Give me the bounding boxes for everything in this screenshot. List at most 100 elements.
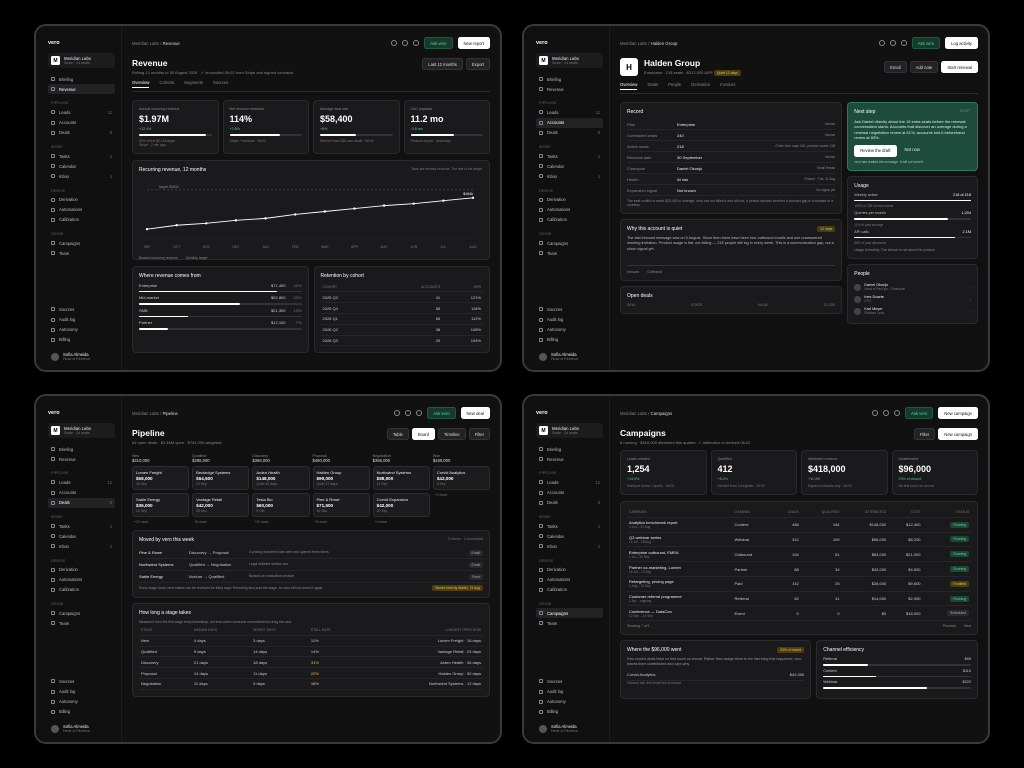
nav-automations[interactable]: Automations xyxy=(536,205,603,215)
nav-revenue[interactable]: Revenue xyxy=(536,84,603,94)
help-icon[interactable] xyxy=(889,40,896,46)
nav-inbox[interactable]: Inbox 3 xyxy=(48,541,115,551)
kpi-card[interactable]: Net revenue retention 114% +2.6% Stripe + i… xyxy=(222,100,309,154)
help-icon[interactable] xyxy=(405,410,412,416)
nav-leads[interactable]: Leads 12 xyxy=(536,107,603,117)
nav-team[interactable]: Team xyxy=(536,618,603,628)
tab-derivation[interactable]: Derivation xyxy=(691,82,710,90)
nav-briefing[interactable]: Briefing xyxy=(48,444,115,454)
record-row[interactable]: Plan Enterprise Invoice xyxy=(627,119,836,130)
nav-leads[interactable]: Leads 12 xyxy=(48,477,115,487)
table-row[interactable]: 2026 Q1 65 112% xyxy=(320,313,483,325)
nav-deals[interactable]: Deals 8 xyxy=(536,128,603,138)
deal-card[interactable]: Northwind Systems $88,000 14 Sep xyxy=(372,466,430,490)
moved-row[interactable]: Pine & Rowe Discovery → Proposal A pricing… xyxy=(139,547,483,559)
nav-audit-log[interactable]: Audit log xyxy=(536,314,603,324)
nav-derivation[interactable]: Derivation xyxy=(48,195,115,205)
range-button[interactable]: Last 12 months xyxy=(422,58,463,70)
nav-briefing[interactable]: Briefing xyxy=(536,74,603,84)
nav-team[interactable]: Team xyxy=(48,248,115,258)
table-row[interactable]: Customer referral programme 1 Apr – ongoi… xyxy=(627,591,971,607)
nav-briefing[interactable]: Briefing xyxy=(48,74,115,84)
nav-calibration[interactable]: Calibration xyxy=(48,215,115,225)
nav-campaigns[interactable]: Campaigns xyxy=(536,238,603,248)
filter-button[interactable]: Filter xyxy=(913,428,936,440)
nav-tasks[interactable]: Tasks 4 xyxy=(536,521,603,531)
segment-row[interactable]: Enterprise $71,400 42% xyxy=(139,283,302,293)
more-deals-link[interactable]: +3 more xyxy=(435,493,490,497)
nav-derivation[interactable]: Derivation xyxy=(48,565,115,575)
nav-calendar[interactable]: Calendar xyxy=(536,531,603,541)
export-button[interactable]: Export xyxy=(465,58,490,70)
nav-autonomy[interactable]: Autonomy xyxy=(536,325,603,335)
kpi-card[interactable]: CAC payback 11.2 mo -0.8 mo Finance export … xyxy=(403,100,490,154)
tab-overview[interactable]: Overview xyxy=(620,82,638,90)
moved-row[interactable]: Northwind Systems Qualified → Negotiation… xyxy=(139,559,483,571)
nav-campaigns[interactable]: Campaigns xyxy=(48,608,115,618)
table-row[interactable]: 2025 Q4 58 116% xyxy=(320,302,483,314)
table-row[interactable]: Retargeting, pricing page 1 Aug – 15 Sep P… xyxy=(627,576,971,592)
email-button[interactable]: Email xyxy=(884,61,907,73)
table-row[interactable]: Proposal 14 days 11 days 22% Halden Group · … xyxy=(139,667,483,679)
view-board-button[interactable]: Board xyxy=(411,428,436,440)
moved-row[interactable]: Sable Energy Nurture → Qualified Booked an… xyxy=(139,571,483,583)
nav-deals[interactable]: Deals 8 xyxy=(48,128,115,138)
nav-accounts[interactable]: Accounts xyxy=(536,488,603,498)
help-icon[interactable] xyxy=(883,410,889,416)
tab-sources[interactable]: Sources xyxy=(213,80,228,88)
new-report-button[interactable]: New report xyxy=(457,37,490,49)
kpi-card[interactable]: Leads created 1,254 +14.0% HubSpot forms + … xyxy=(620,450,707,495)
segment-row[interactable]: Mid-market $52,800 33% xyxy=(139,295,302,305)
deal-card[interactable]: Corvid Expansion $42,000 20 Sep xyxy=(372,493,430,517)
nav-billing[interactable]: Billing xyxy=(536,707,603,717)
view-table-button[interactable]: Table xyxy=(386,428,409,440)
record-row[interactable]: Expansion signal Not known No signal yet xyxy=(627,185,836,196)
table-row[interactable]: 2025 Q3 41 121% xyxy=(320,291,483,304)
ask-vero-button[interactable]: Ask vero xyxy=(424,37,453,49)
start-renewal-button[interactable]: Start renewal xyxy=(941,61,978,73)
deal-card[interactable]: Sable Energy $36,000 12 Sep xyxy=(132,493,190,517)
ask-vero-button[interactable]: Ask vero xyxy=(905,407,934,419)
deal-card[interactable]: Lumen Freight $58,000 15 Sep xyxy=(132,466,190,490)
tab-deals[interactable]: Deals xyxy=(647,82,658,90)
nav-sources[interactable]: Sources xyxy=(48,304,115,314)
nav-calibration[interactable]: Calibration xyxy=(536,585,603,595)
nav-audit-log[interactable]: Audit log xyxy=(48,686,115,696)
nav-tasks[interactable]: Tasks 4 xyxy=(48,521,115,531)
table-row[interactable]: New 4 days 3 days 11% Lumen Freight · 16 day… xyxy=(139,635,483,647)
person-row[interactable]: Ines Duarte CFO › xyxy=(854,293,971,305)
bell-icon[interactable] xyxy=(900,40,907,46)
new-campaign-button[interactable]: New campaign xyxy=(938,407,978,419)
more-deals-link[interactable]: +10 more xyxy=(134,520,189,524)
nav-sources[interactable]: Sources xyxy=(536,304,603,314)
log-activity-button[interactable]: Log activity xyxy=(945,37,978,49)
nav-derivation[interactable]: Derivation xyxy=(536,195,603,205)
nav-deals[interactable]: Deals 8 xyxy=(536,498,603,508)
nav-accounts[interactable]: Accounts xyxy=(48,488,115,498)
nav-billing[interactable]: Billing xyxy=(536,335,603,345)
nav-calibration[interactable]: Calibration xyxy=(48,585,115,595)
ask-vero-button[interactable]: Ask vero xyxy=(427,407,456,419)
nav-automations[interactable]: Automations xyxy=(536,575,603,585)
nav-calendar[interactable]: Calendar xyxy=(536,161,603,171)
nav-automations[interactable]: Automations xyxy=(48,205,115,215)
nav-audit-log[interactable]: Audit log xyxy=(48,314,115,324)
table-row[interactable]: Enterprise outbound, EMEA 1 Jul – 30 Sep O… xyxy=(627,546,971,563)
search-icon[interactable] xyxy=(394,410,401,416)
nav-inbox[interactable]: Inbox 3 xyxy=(48,171,115,181)
person-row[interactable]: Daniel Okonjo Head of RevOps · Champion › xyxy=(854,281,971,293)
new-campaign-button-2[interactable]: New campaign xyxy=(938,428,978,440)
add-note-button[interactable]: Add note xyxy=(909,61,939,73)
search-icon[interactable] xyxy=(391,40,398,46)
search-icon[interactable] xyxy=(872,410,878,416)
unattributed-row[interactable]: Corvid Analytics $42,000 xyxy=(627,670,805,681)
nav-leads[interactable]: Leads 12 xyxy=(48,107,115,117)
deal-card[interactable]: Vantage Retail $42,000 28 Sep xyxy=(192,493,250,517)
crumb-root[interactable]: Meridian Labs xyxy=(132,411,159,416)
user-menu[interactable]: Sofia Almeida Head of Revenue xyxy=(48,349,115,364)
nav-billing[interactable]: Billing xyxy=(48,335,115,345)
deal-card[interactable]: Pine & Rowe $71,500 30 Sep xyxy=(312,493,370,517)
kpi-card[interactable]: Unattributed $96,000 23% of closed No first… xyxy=(891,450,978,495)
nav-autonomy[interactable]: Autonomy xyxy=(48,325,115,335)
nav-leads[interactable]: Leads 12 xyxy=(536,477,603,487)
